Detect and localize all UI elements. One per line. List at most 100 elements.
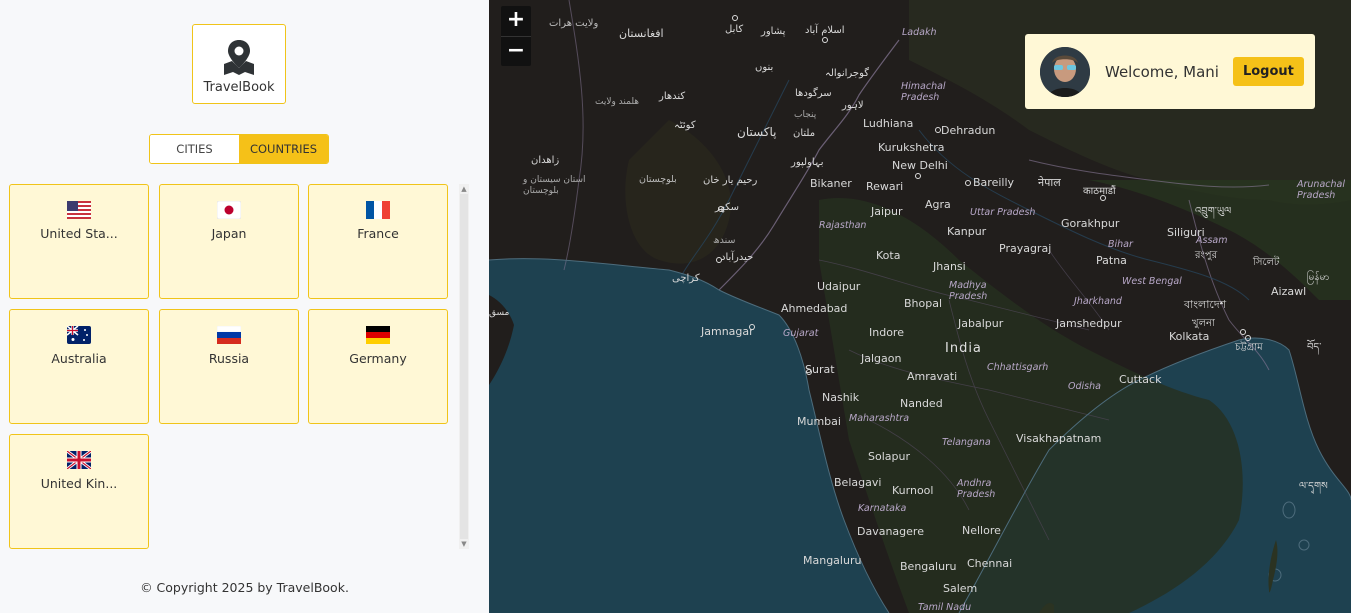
map-label: Nashik — [822, 391, 860, 404]
map-label: زاهدان — [531, 155, 560, 166]
map-label: Madhya Pradesh — [949, 280, 988, 302]
map-label: هلمند ولایت — [595, 97, 640, 107]
ru-flag-icon — [217, 326, 241, 344]
map-label: افغانستان — [619, 27, 664, 40]
map-label: Bhopal — [904, 297, 943, 310]
country-card-france[interactable]: France — [308, 184, 448, 299]
map-label: Assam — [1196, 235, 1228, 246]
country-name: Australia — [51, 351, 107, 366]
map-label: بہاولپور — [791, 157, 824, 168]
map-label: Indore — [869, 326, 904, 339]
map-label: မြန်မာ — [1307, 272, 1330, 283]
country-card-germany[interactable]: Germany — [308, 309, 448, 424]
map-label: Nanded — [900, 397, 943, 410]
map-label: Gorakhpur — [1061, 217, 1120, 230]
map-label: Agra — [925, 198, 951, 211]
view-toggle: CITIES COUNTRIES — [149, 134, 329, 164]
map-label: Udaipur — [817, 280, 861, 293]
map-label: Visakhapatnam — [1016, 432, 1102, 445]
map-label: Prayagraj — [999, 242, 1052, 255]
map-label: Bikaner — [810, 177, 852, 190]
country-card-united-kingdom[interactable]: United Kin... — [9, 434, 149, 549]
map-label: بلوچستان — [639, 174, 677, 185]
map-label: काठमाडौं — [1083, 186, 1116, 197]
app-name: TravelBook — [203, 79, 275, 95]
country-name: Germany — [349, 351, 407, 366]
map-label: مسق — [489, 308, 510, 318]
map-label: Arunachal Pradesh — [1297, 179, 1345, 201]
zoom-in-button[interactable]: + — [501, 6, 531, 36]
map-label: Rewari — [866, 180, 904, 193]
country-list: United Sta... Japan France Australia Rus… — [9, 184, 450, 549]
map-label: Kurnool — [892, 484, 934, 497]
map-label: Solapur — [868, 450, 910, 463]
map-label: سندھ — [713, 235, 736, 246]
map-label: Jabalpur — [958, 317, 1004, 330]
tab-cities[interactable]: CITIES — [150, 135, 239, 163]
user-panel: Welcome, Mani Logout — [1025, 34, 1315, 109]
map-label: Uttar Pradesh — [970, 207, 1036, 218]
app-logo[interactable]: TravelBook — [192, 24, 286, 104]
map-label: Telangana — [942, 437, 991, 448]
map-pin-icon — [224, 39, 254, 75]
scroll-thumb[interactable] — [460, 194, 468, 539]
zoom-out-button[interactable]: − — [501, 36, 531, 66]
country-card-australia[interactable]: Australia — [9, 309, 149, 424]
list-scrollbar[interactable]: ▲ ▼ — [459, 184, 469, 549]
map-label: Maharashtra — [849, 413, 910, 424]
map-label: Jalgaon — [861, 352, 902, 365]
map-label: Cuttack — [1119, 373, 1162, 386]
country-name: United Sta... — [40, 226, 118, 241]
scroll-down-arrow-icon[interactable]: ▼ — [459, 539, 469, 549]
map-label: Nellore — [962, 524, 1001, 537]
map-label: Gujarat — [783, 328, 819, 339]
map-label: استان سیستان و بلوچستان — [523, 175, 586, 196]
map-label: New Delhi — [892, 159, 948, 172]
map-label: Chennai — [967, 557, 1013, 570]
map-label: Chhattisgarh — [987, 362, 1049, 373]
map-label: Tamil Nadu — [918, 602, 972, 613]
us-flag-icon — [67, 201, 91, 219]
map-label: Aizawl — [1271, 285, 1307, 298]
map-label: گوجرانوالہ — [825, 68, 870, 79]
map-label: پنجاب — [794, 110, 817, 120]
map-label: Karnataka — [858, 503, 907, 514]
map-label: Jamnagar — [701, 325, 754, 338]
country-card-russia[interactable]: Russia — [159, 309, 299, 424]
map-label: Ludhiana — [863, 117, 914, 130]
country-name: Russia — [208, 351, 250, 366]
map-label: Dehradun — [941, 124, 996, 137]
map-label: Bareilly — [973, 176, 1015, 189]
map-label: ولایت هرات — [549, 18, 599, 29]
avatar — [1040, 46, 1090, 97]
map-label: Kolkata — [1169, 330, 1210, 343]
map-label: Jharkhand — [1074, 296, 1122, 307]
map-label: Ladakh — [902, 27, 937, 38]
map-label: চট্টগ্রাম — [1235, 342, 1263, 353]
map-label: کوئٹہ — [674, 120, 696, 131]
map-label: کراچی — [672, 273, 700, 284]
map-label: لاہور — [842, 100, 864, 111]
map-label: সিলেট — [1253, 257, 1280, 268]
map-label: བོད་ — [1307, 342, 1322, 353]
tab-countries[interactable]: COUNTRIES — [239, 135, 328, 163]
map-label: Jamshedpur — [1056, 317, 1122, 330]
footer-copyright: © Copyright 2025 by TravelBook. — [140, 580, 349, 595]
map-label: Jhansi — [933, 260, 966, 273]
map-label: Rajasthan — [819, 220, 867, 231]
de-flag-icon — [366, 326, 390, 344]
sidebar: TravelBook CITIES COUNTRIES United Sta..… — [0, 0, 489, 613]
country-name: United Kin... — [40, 476, 118, 491]
map-label: Odisha — [1068, 381, 1101, 392]
map-label: حیدرآباد — [721, 252, 754, 263]
map-label: India — [945, 341, 982, 356]
map-label: འབྲུག་ཡུལ — [1195, 206, 1232, 217]
scroll-up-arrow-icon[interactable]: ▲ — [459, 184, 469, 194]
country-name: France — [357, 226, 399, 241]
country-card-united-states[interactable]: United Sta... — [9, 184, 149, 299]
au-flag-icon — [67, 326, 91, 344]
map-label: بنوں — [755, 62, 774, 73]
map-label: Davanagere — [857, 525, 924, 538]
logout-button[interactable]: Logout — [1232, 57, 1304, 86]
country-card-japan[interactable]: Japan — [159, 184, 299, 299]
